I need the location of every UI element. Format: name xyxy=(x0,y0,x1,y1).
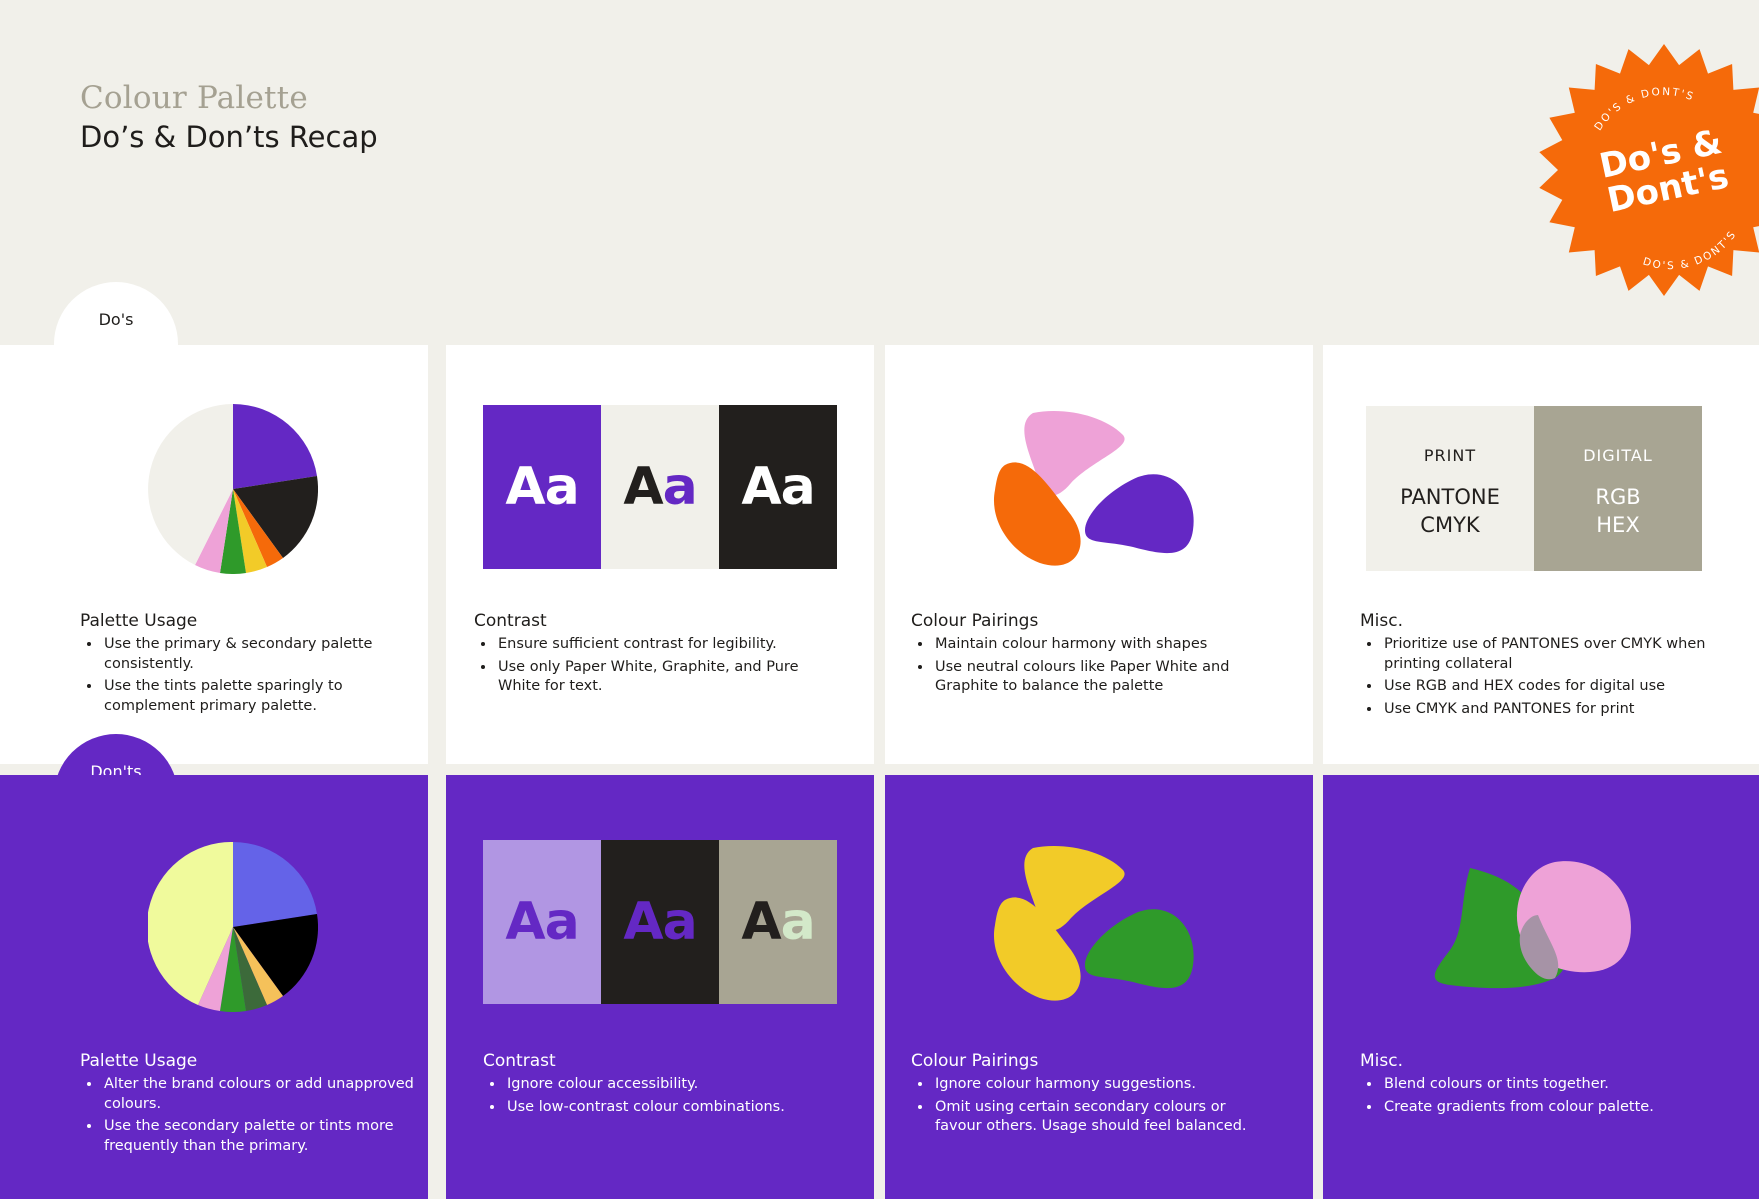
dos-pairings-title: Colour Pairings xyxy=(911,611,1039,631)
dos-pairings-list: Maintain colour harmony with shapes Use … xyxy=(911,635,1273,700)
list-item: Ignore colour accessibility. xyxy=(505,1075,825,1095)
print-digital-box: PRINT PANTONE CMYK DIGITAL RGB HEX xyxy=(1366,406,1702,571)
dos-palette-pie xyxy=(148,404,318,574)
print-label: PRINT xyxy=(1423,446,1477,465)
list-item: Use RGB and HEX codes for digital use xyxy=(1382,677,1722,697)
list-item: Blend colours or tints together. xyxy=(1382,1075,1722,1095)
donts-contrast-swatches: Aa Aa Aa xyxy=(483,840,837,1004)
dos-pairings-card: Colour Pairings Maintain colour harmony … xyxy=(885,345,1313,764)
donts-pairings-shapes xyxy=(993,846,1194,1001)
donts-palette-usage-list: Alter the brand colours or add unapprove… xyxy=(80,1075,422,1159)
dos-contrast-list: Ensure sufficient contrast for legibilit… xyxy=(474,635,816,700)
page-subtitle: Colour Palette xyxy=(80,80,308,116)
digital-panel: DIGITAL RGB HEX xyxy=(1534,406,1702,571)
list-item: Prioritize use of PANTONES over CMYK whe… xyxy=(1382,635,1722,674)
list-item: Ensure sufficient contrast for legibilit… xyxy=(496,635,816,655)
list-item: Use low-contrast colour combinations. xyxy=(505,1098,825,1118)
donts-pairings-title: Colour Pairings xyxy=(911,1051,1039,1071)
list-item: Use CMYK and PANTONES for print xyxy=(1382,700,1722,720)
print-panel: PRINT PANTONE CMYK xyxy=(1366,406,1534,571)
swatch-lilac: Aa xyxy=(483,840,601,1004)
list-item: Use only Paper White, Graphite, and Pure… xyxy=(496,658,816,697)
tab-dos: Do's xyxy=(54,282,178,346)
dos-donts-badge: DO'S & DONT'S DO'S & DONT'S Do's & Dont'… xyxy=(1534,40,1759,300)
donts-misc-card: Misc. Blend colours or tints together. C… xyxy=(1323,775,1759,1199)
dos-palette-usage-list: Use the primary & secondary palette cons… xyxy=(80,635,422,719)
donts-pairings-list: Ignore colour harmony suggestions. Omit … xyxy=(911,1075,1273,1140)
swatch-graphite: Aa xyxy=(719,405,837,569)
page-title: Do’s & Don’ts Recap xyxy=(80,120,378,154)
digital-line2: HEX xyxy=(1596,513,1640,537)
blended-shapes xyxy=(1434,861,1631,989)
swatch-taupe: Aa xyxy=(719,840,837,1004)
swatch-paper-white: Aa xyxy=(601,405,719,569)
dos-palette-usage-card: Palette Usage Use the primary & secondar… xyxy=(0,345,428,764)
dos-misc-title: Misc. xyxy=(1360,611,1403,631)
dos-misc-card: PRINT PANTONE CMYK DIGITAL RGB HEX Misc. P… xyxy=(1323,345,1759,764)
donts-palette-pie xyxy=(148,842,318,1012)
donts-misc-title: Misc. xyxy=(1360,1051,1403,1071)
donts-palette-usage-title: Palette Usage xyxy=(80,1051,198,1071)
donts-pairings-card: Colour Pairings Ignore colour harmony su… xyxy=(885,775,1313,1199)
list-item: Use the tints palette sparingly to compl… xyxy=(102,677,422,716)
dos-contrast-swatches: Aa Aa Aa xyxy=(483,405,837,569)
list-item: Alter the brand colours or add unapprove… xyxy=(102,1075,422,1114)
list-item: Maintain colour harmony with shapes xyxy=(933,635,1273,655)
list-item: Create gradients from colour palette. xyxy=(1382,1098,1722,1118)
donts-palette-usage-card: Palette Usage Alter the brand colours or… xyxy=(0,775,428,1199)
swatch-purple: Aa xyxy=(483,405,601,569)
donts-contrast-card: Aa Aa Aa Contrast Ignore colour accessib… xyxy=(446,775,874,1199)
digital-label: DIGITAL xyxy=(1583,446,1653,465)
swatch-graphite: Aa xyxy=(601,840,719,1004)
list-item: Use the secondary palette or tints more … xyxy=(102,1117,422,1156)
dos-contrast-title: Contrast xyxy=(474,611,547,631)
digital-line1: RGB xyxy=(1595,485,1641,509)
print-line1: PANTONE xyxy=(1400,485,1500,509)
donts-contrast-list: Ignore colour accessibility. Use low-con… xyxy=(483,1075,825,1120)
list-item: Omit using certain secondary colours or … xyxy=(933,1098,1273,1137)
print-line2: CMYK xyxy=(1420,513,1480,537)
donts-contrast-title: Contrast xyxy=(483,1051,556,1071)
list-item: Ignore colour harmony suggestions. xyxy=(933,1075,1273,1095)
dos-contrast-card: Aa Aa Aa Contrast Ensure sufficient cont… xyxy=(446,345,874,764)
dos-misc-list: Prioritize use of PANTONES over CMYK whe… xyxy=(1360,635,1722,722)
donts-misc-list: Blend colours or tints together. Create … xyxy=(1360,1075,1722,1120)
dos-pairings-shapes xyxy=(993,411,1194,566)
dos-palette-usage-title: Palette Usage xyxy=(80,611,198,631)
list-item: Use the primary & secondary palette cons… xyxy=(102,635,422,674)
list-item: Use neutral colours like Paper White and… xyxy=(933,658,1273,697)
